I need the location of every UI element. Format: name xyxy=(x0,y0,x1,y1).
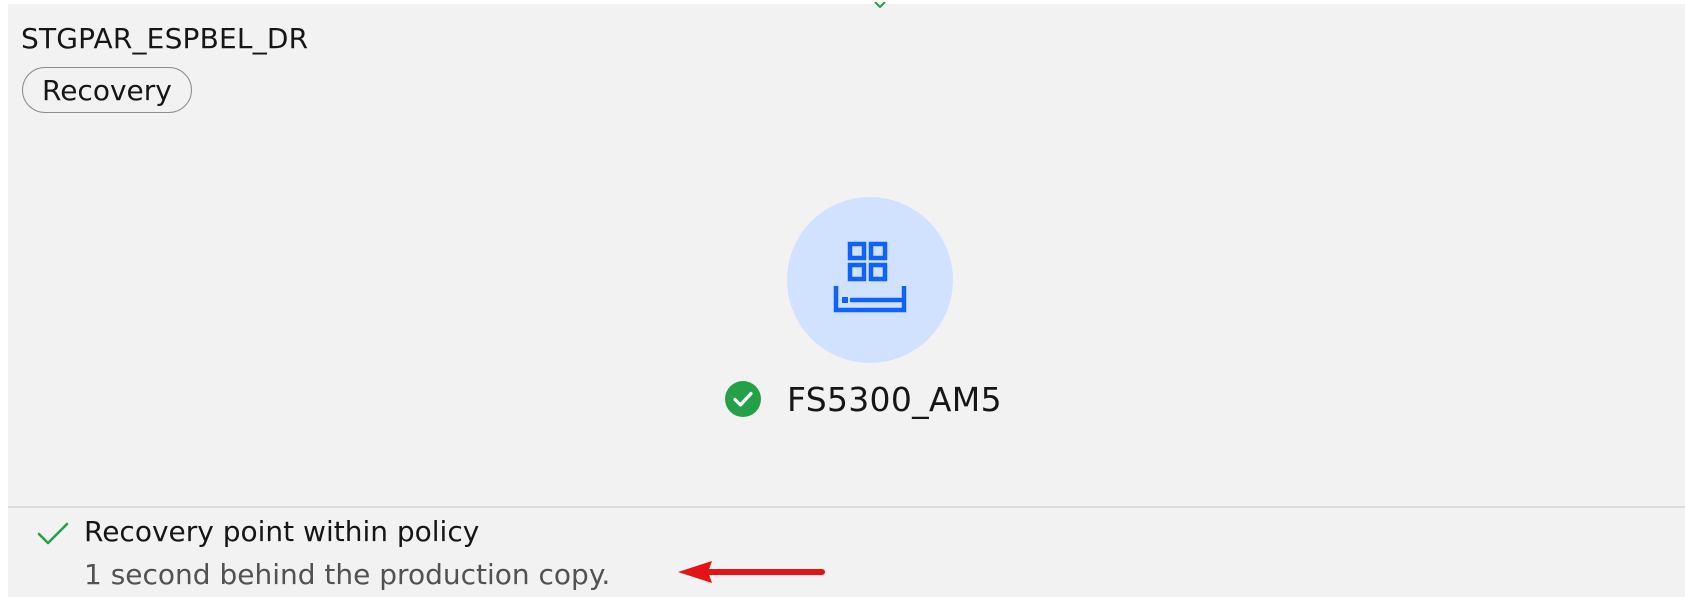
group-name: STGPAR_ESPBEL_DR xyxy=(21,22,309,55)
checkmark-icon xyxy=(37,522,69,545)
divider xyxy=(8,506,1685,508)
policy-status-detail: 1 second behind the production copy. xyxy=(84,558,611,591)
connector-indicator-icon xyxy=(874,2,886,8)
storage-system-icon xyxy=(833,241,907,313)
role-tag[interactable]: Recovery xyxy=(22,67,192,113)
storage-system-node[interactable] xyxy=(787,197,953,363)
system-name: FS5300_AM5 xyxy=(787,379,1002,419)
arrow-left-icon xyxy=(678,561,825,583)
system-label-row: FS5300_AM5 xyxy=(724,379,1002,419)
policy-status-title: Recovery point within policy xyxy=(84,515,480,548)
checkmark-filled-icon xyxy=(725,381,761,417)
recovery-group-panel: STGPAR_ESPBEL_DR Recovery FS5300_AM5 Rec… xyxy=(8,2,1685,597)
